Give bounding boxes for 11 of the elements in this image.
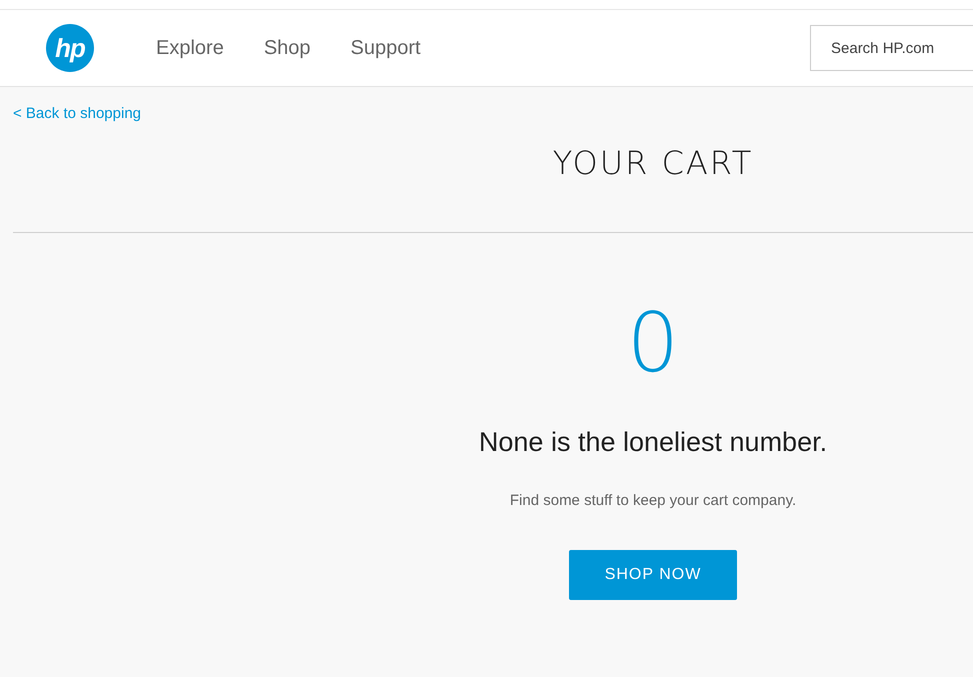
logo[interactable]: hp — [46, 24, 94, 72]
nav-link[interactable]: Support — [350, 36, 421, 60]
nav-link[interactable]: Explore — [156, 36, 224, 60]
search-field[interactable]: Search HP.com — [810, 25, 973, 71]
empty-cart-message: Find some stuff to keep your cart company. — [510, 492, 796, 509]
shop-now-button[interactable]: SHOP NOW — [569, 550, 737, 600]
page-title: YOUR CART — [552, 144, 754, 182]
nav-link[interactable]: Shop — [264, 36, 311, 60]
cart-count: 0 — [626, 303, 680, 385]
empty-cart-headline: None is the loneliest number. — [478, 427, 828, 458]
back-link[interactable]: < Back to shopping — [13, 105, 142, 122]
